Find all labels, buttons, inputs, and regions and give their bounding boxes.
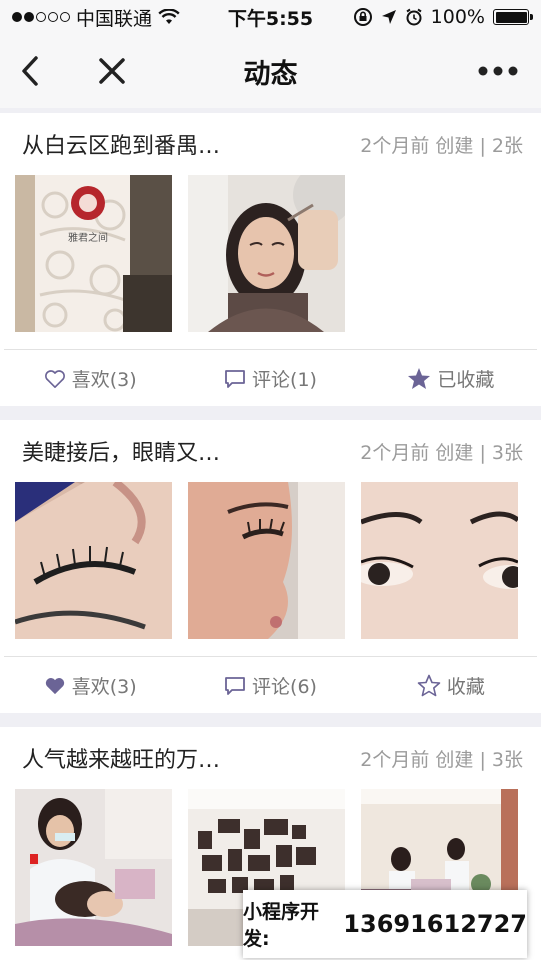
- comment-label: 评论(6): [252, 676, 317, 698]
- post-meta: 2个月前 创建 | 2张: [360, 134, 523, 157]
- chevron-left-icon: [22, 56, 38, 86]
- page-title: 动态: [243, 58, 298, 90]
- alarm-clock-icon: [406, 8, 422, 26]
- like-label: 喜欢(3): [71, 676, 137, 698]
- battery-icon: [493, 9, 533, 25]
- star-filled-icon: [408, 368, 431, 389]
- post-actions: 喜欢(3) 评论(6) 收藏: [0, 657, 541, 714]
- brow-treatment-photo[interactable]: [188, 175, 345, 332]
- watermark-phone: 13691612727: [343, 910, 527, 938]
- location-arrow-icon: [381, 10, 396, 24]
- post-card[interactable]: 从白云区跑到番禺… 2个月前 创建 | 2张 雅君之间 喜欢(3) 评论(1) …: [0, 113, 541, 406]
- rotation-lock-icon: [353, 8, 372, 26]
- post-meta: 2个月前 创建 | 3张: [360, 441, 523, 464]
- post-title[interactable]: 美睫接后，眼睛又…: [22, 435, 220, 467]
- favorite-button[interactable]: 已收藏: [361, 365, 541, 392]
- post-actions: 喜欢(3) 评论(1) 已收藏: [0, 350, 541, 407]
- more-button[interactable]: [473, 34, 523, 108]
- signal-strength-icon: [12, 12, 70, 22]
- comment-icon: [225, 369, 245, 388]
- comment-icon: [225, 676, 245, 695]
- post-title[interactable]: 人气越来越旺的万…: [22, 742, 220, 774]
- carrier-label: 中国联通: [76, 7, 153, 30]
- technician-working-photo[interactable]: [15, 789, 172, 946]
- like-label: 喜欢(3): [71, 369, 137, 391]
- watermark-label: 小程序开发:: [243, 901, 320, 950]
- post-header: 美睫接后，眼睛又… 2个月前 创建 | 3张: [0, 420, 541, 482]
- promo-watermark: 小程序开发: 13691612727: [243, 890, 527, 958]
- like-button[interactable]: 喜欢(3): [0, 365, 180, 392]
- more-dots-icon: [478, 66, 518, 76]
- favorite-button[interactable]: 收藏: [361, 672, 541, 699]
- post-header: 人气越来越旺的万… 2个月前 创建 | 3张: [0, 727, 541, 789]
- photo-grid: [0, 482, 541, 639]
- battery-percent: 100%: [430, 6, 485, 28]
- svg-text:雅君之间: 雅君之间: [68, 231, 108, 244]
- wifi-icon: [158, 9, 180, 24]
- post-card[interactable]: 美睫接后，眼睛又… 2个月前 创建 | 3张 喜欢(3) 评论(6) 收藏: [0, 420, 541, 713]
- comment-label: 评论(1): [252, 369, 317, 391]
- status-right: 100%: [353, 6, 533, 28]
- like-button[interactable]: 喜欢(3): [0, 672, 180, 699]
- post-header: 从白云区跑到番禺… 2个月前 创建 | 2张: [0, 113, 541, 175]
- photo-grid: 雅君之间: [0, 175, 541, 332]
- close-button[interactable]: [92, 34, 132, 108]
- salon-entrance-photo[interactable]: 雅君之间: [15, 175, 172, 332]
- heart-filled-icon: [45, 677, 64, 694]
- back-button[interactable]: [10, 34, 50, 108]
- comment-button[interactable]: 评论(6): [180, 672, 360, 699]
- eyes-closeup-photo[interactable]: [361, 482, 518, 639]
- close-icon: [99, 58, 125, 84]
- favorite-label: 已收藏: [437, 369, 495, 391]
- comment-button[interactable]: 评论(1): [180, 365, 360, 392]
- star-outline-icon: [417, 674, 441, 697]
- lash-profile-photo[interactable]: [188, 482, 345, 639]
- nav-bar: 动态: [0, 34, 541, 108]
- favorite-label: 收藏: [446, 676, 485, 698]
- heart-outline-icon: [44, 369, 65, 388]
- post-title[interactable]: 从白云区跑到番禺…: [22, 128, 220, 160]
- status-left: 中国联通: [12, 4, 180, 31]
- status-bar: 中国联通 下午5:55 100%: [0, 0, 541, 34]
- post-meta: 2个月前 创建 | 3张: [360, 748, 523, 771]
- lash-closeup-photo[interactable]: [15, 482, 172, 639]
